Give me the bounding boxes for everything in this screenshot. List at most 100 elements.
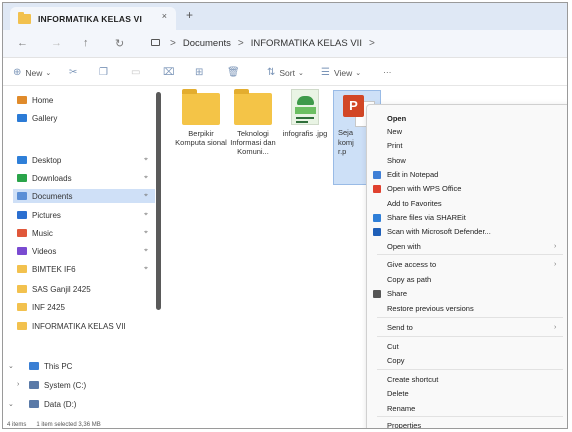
folder-icon [17, 322, 27, 330]
menu-item-label: Print [387, 141, 403, 150]
sidebar-scrollbar[interactable] [156, 92, 161, 310]
menu-item-edit-in-notepad[interactable]: Edit in Notepad [373, 169, 438, 180]
chevron-down-icon: ⌄ [45, 69, 52, 77]
videos-icon [17, 247, 27, 255]
menu-item-restore-previous-versions[interactable]: Restore previous versions [387, 303, 474, 314]
menu-separator [377, 317, 563, 318]
copy-icon[interactable]: ❐ [99, 67, 108, 78]
cut-icon[interactable]: ✂ [69, 67, 77, 78]
sidebar-item-videos[interactable]: Videos [17, 244, 56, 258]
menu-item-show[interactable]: Show [387, 155, 406, 166]
tab-title: INFORMATIKA KELAS VI [38, 13, 143, 24]
breadcrumb-separator: > [170, 38, 176, 49]
sidebar-item-home[interactable]: Home [17, 93, 53, 107]
sidebar-item-data-d[interactable]: Data (D:) [29, 397, 76, 411]
menu-item-delete[interactable]: Delete [387, 388, 409, 399]
menu-item-new[interactable]: New [387, 126, 402, 137]
address-bar-row: ← → ↑ ↻ > Documents > INFORMATIKA KELAS … [3, 30, 567, 58]
close-icon[interactable]: × [162, 11, 167, 21]
menu-item-cut[interactable]: Cut [387, 341, 399, 352]
status-bar: 4 items 1 item selected 3,36 MB [3, 420, 567, 428]
forward-arrow-icon[interactable]: → [51, 37, 62, 49]
rename-icon[interactable]: ⌧ [163, 67, 175, 78]
folder-icon [18, 11, 31, 24]
pin-icon: ⌖ [144, 247, 148, 254]
sidebar-item-label: INF 2425 [32, 302, 65, 312]
gallery-icon [17, 114, 27, 122]
menu-item-scan-with-microsoft-defender[interactable]: Scan with Microsoft Defender... [373, 226, 491, 237]
menu-item-share[interactable]: Share [373, 288, 407, 299]
new-button[interactable]: ⊕ New ⌄ [13, 67, 51, 78]
folder-icon [234, 89, 272, 125]
drive-icon [29, 400, 39, 408]
pin-icon: ⌖ [144, 229, 148, 236]
menu-item-copy-as-path[interactable]: Copy as path [387, 274, 431, 285]
sidebar-item-label: Documents [32, 191, 73, 201]
add-tab-icon[interactable]: + [186, 8, 193, 22]
file-name: Teknologi Informasi dan Komuni... [230, 129, 276, 156]
view-button[interactable]: ☰ View ⌄ [321, 67, 361, 78]
sidebar-item-label: Desktop [32, 155, 62, 165]
sidebar-item-sas-ganjil-2425[interactable]: SAS Ganjil 2425 [17, 282, 91, 296]
file-item-infografis[interactable]: infografis .jpg [279, 89, 331, 138]
sidebar-item-informatika-kelas-vii[interactable]: INFORMATIKA KELAS VII [17, 319, 126, 333]
breadcrumb-informatika[interactable]: INFORMATIKA KELAS VII [251, 38, 362, 49]
sidebar-item-documents[interactable]: Documents [13, 189, 155, 203]
sidebar-item-music[interactable]: Music [17, 226, 53, 240]
more-options-icon[interactable]: ··· [383, 67, 392, 77]
share-icon[interactable]: ⊞ [195, 67, 203, 78]
delete-icon[interactable]: 🗑 [227, 67, 240, 78]
menu-item-print[interactable]: Print [387, 140, 402, 151]
menu-item-open-with[interactable]: Open with › [387, 241, 556, 252]
sidebar-item-downloads[interactable]: Downloads [17, 171, 72, 185]
chevron-down-icon[interactable]: ⌄ [8, 400, 14, 408]
file-item-teknologi[interactable]: Teknologi Informasi dan Komuni... [227, 89, 279, 156]
up-arrow-icon[interactable]: ↑ [83, 37, 89, 49]
sidebar-item-desktop[interactable]: Desktop [17, 153, 61, 167]
menu-item-label: Rename [387, 404, 416, 413]
file-explorer-window: INFORMATIKA KELAS VI × + ← → ↑ ↻ > Docum… [2, 2, 568, 429]
refresh-icon[interactable]: ↻ [115, 37, 124, 50]
sidebar-item-label: Home [32, 95, 54, 105]
pin-icon: ⌖ [144, 156, 148, 163]
sidebar-item-pictures[interactable]: Pictures [17, 208, 61, 222]
sidebar-item-label: Data (D:) [44, 399, 77, 409]
menu-item-label: Share files via SHAREit [387, 213, 466, 222]
file-item-berpikir[interactable]: Berpikir Komputa sional [175, 89, 227, 147]
sidebar-item-gallery[interactable]: Gallery [17, 111, 57, 125]
menu-item-label: New [387, 127, 403, 136]
paste-icon[interactable]: ▭ [131, 67, 140, 78]
tab-informatika[interactable]: INFORMATIKA KELAS VI × [10, 7, 176, 30]
command-bar: ⊕ New ⌄ ✂ ❐ ▭ ⌧ ⊞ 🗑 ⇅ Sort ⌄ ☰ View ⌄ ··… [3, 59, 567, 86]
back-arrow-icon[interactable]: ← [17, 37, 28, 49]
sort-label: Sort [279, 67, 295, 78]
sidebar-item-this-pc[interactable]: This PC [29, 359, 72, 373]
chevron-right-icon: › [554, 261, 557, 268]
breadcrumb-documents[interactable]: Documents [183, 38, 231, 49]
menu-item-open[interactable]: Open [387, 113, 406, 124]
menu-item-copy[interactable]: Copy [387, 355, 405, 366]
sidebar-item-label: This PC [44, 361, 73, 371]
documents-icon [17, 192, 27, 200]
menu-item-label: Open [387, 114, 407, 123]
menu-item-share-files-via-shareit[interactable]: Share files via SHAREit [373, 212, 466, 223]
pin-icon: ⌖ [144, 211, 148, 218]
sidebar-item-bimtek-if6[interactable]: BIMTEK IF6 [17, 262, 76, 276]
menu-item-open-with-wps-office[interactable]: Open with WPS Office [373, 183, 461, 194]
menu-item-give-access-to[interactable]: Give access to › [387, 259, 556, 270]
sidebar-item-label: BIMTEK IF6 [32, 264, 76, 274]
menu-item-create-shortcut[interactable]: Create shortcut [387, 374, 438, 385]
chevron-down-icon[interactable]: ⌄ [8, 362, 14, 370]
sidebar-item-inf-2425[interactable]: INF 2425 [17, 300, 65, 314]
view-icon: ☰ [321, 67, 330, 78]
menu-item-send-to[interactable]: Send to › [387, 322, 556, 333]
menu-item-add-to-favorites[interactable]: Add to Favorites [387, 198, 442, 209]
sort-button[interactable]: ⇅ Sort ⌄ [267, 67, 304, 78]
chevron-right-icon[interactable]: › [17, 381, 19, 388]
sidebar-item-system-c[interactable]: System (C:) [29, 378, 86, 392]
menu-item-label: Scan with Microsoft Defender... [387, 227, 491, 236]
menu-item-rename[interactable]: Rename [387, 403, 415, 414]
monitor-icon [151, 39, 160, 46]
breadcrumb: > Documents > INFORMATIKA KELAS VII > [163, 38, 382, 49]
plus-circle-icon: ⊕ [13, 67, 22, 78]
